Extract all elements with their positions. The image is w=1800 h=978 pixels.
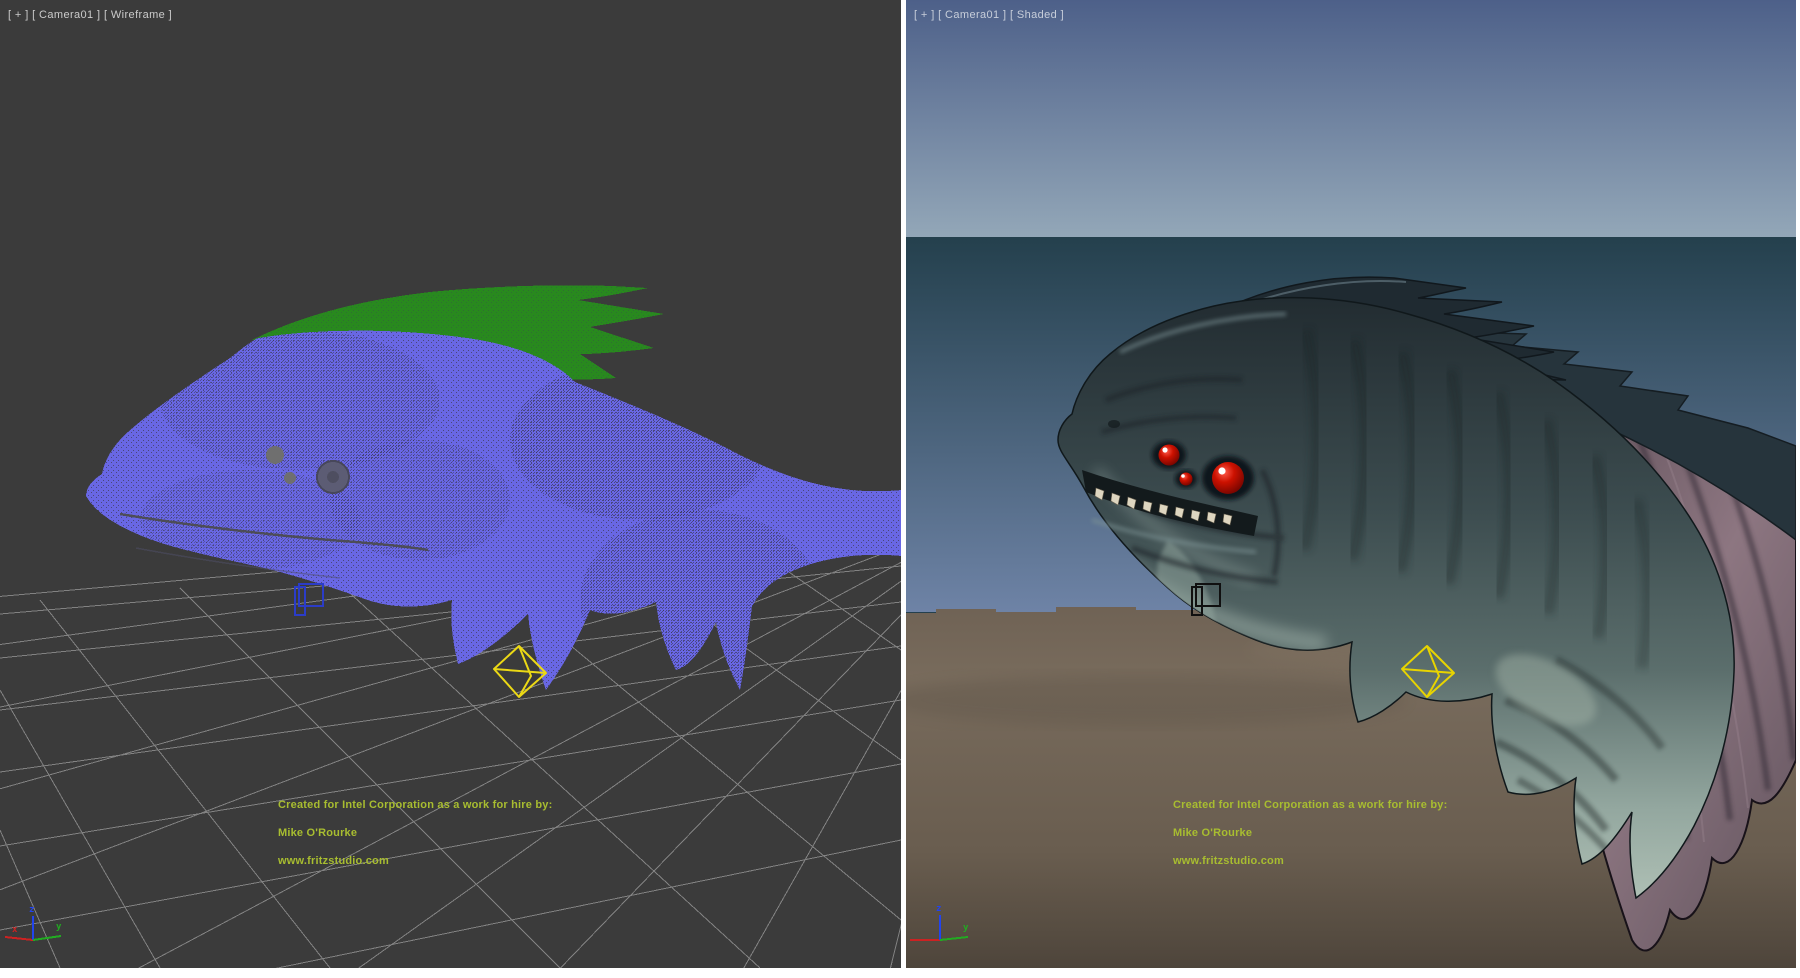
wireframe-eye-pupil	[327, 471, 339, 483]
eye-small-red	[1180, 473, 1193, 486]
attribution-line2: Mike O'Rourke	[1173, 827, 1252, 839]
max-dual-viewport-canvas: [ + ] [ Camera01 ] [ Wireframe ]	[0, 0, 1800, 978]
axis-y-label: y	[963, 923, 969, 933]
axis-z-label: z	[29, 905, 34, 915]
nostril	[1108, 420, 1120, 428]
eye-mid-specular	[1162, 447, 1167, 452]
eye-large-red	[1212, 462, 1244, 494]
viewport-label-shaded[interactable]: [ + ] [ Camera01 ] [ Shaded ]	[914, 9, 1064, 21]
eye-large-specular	[1218, 467, 1225, 474]
attribution-line2: Mike O'Rourke	[278, 827, 357, 839]
viewport-shaded[interactable]: [ + ] [ Camera01 ] [ Shaded ]	[906, 0, 1796, 968]
viewport-label-wireframe[interactable]: [ + ] [ Camera01 ] [ Wireframe ]	[8, 9, 172, 21]
eye-small-specular	[1181, 474, 1185, 478]
attribution-line1: Created for Intel Corporation as a work …	[278, 799, 552, 811]
wireframe-eye-small	[266, 446, 284, 464]
axis-z-label: z	[936, 904, 941, 914]
viewport-wireframe[interactable]: [ + ] [ Camera01 ] [ Wireframe ]	[0, 0, 901, 968]
attribution-line3: www.fritzstudio.com	[278, 855, 389, 867]
attribution-text: Created for Intel Corporation as a work …	[1173, 798, 1447, 868]
eye-mid-red	[1159, 445, 1180, 466]
sky	[906, 0, 1796, 237]
axis-y-label: y	[56, 922, 62, 932]
attribution-text: Created for Intel Corporation as a work …	[278, 798, 552, 868]
attribution-line1: Created for Intel Corporation as a work …	[1173, 799, 1447, 811]
wireframe-eye-tiny	[284, 472, 296, 484]
attribution-line3: www.fritzstudio.com	[1173, 855, 1284, 867]
axis-x-label: x	[12, 925, 18, 935]
ground-shade-streak	[906, 674, 1406, 726]
